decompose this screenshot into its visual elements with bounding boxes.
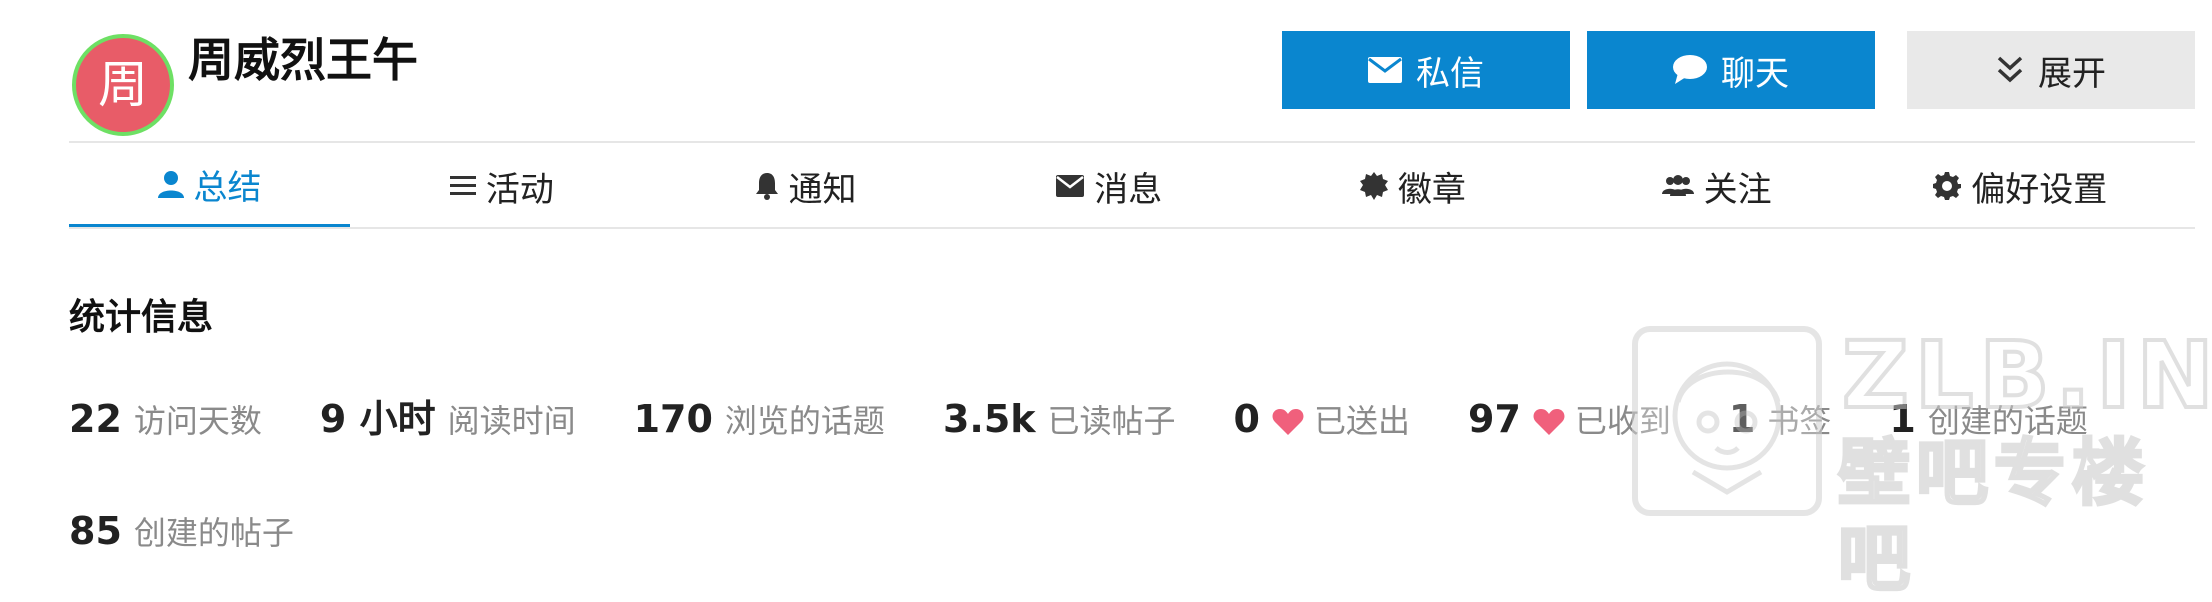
stat-likes-received: 97 已收到 <box>1468 396 1671 442</box>
tab-follow[interactable]: 关注 <box>1565 144 1869 228</box>
stat-label: 创建的话题 <box>1927 402 2088 440</box>
stat-posts-read: 3.5k 已读帖子 <box>943 396 1176 442</box>
double-chevron-down-icon <box>1996 55 2024 85</box>
bell-icon <box>755 172 779 200</box>
stat-value: 9 小时 <box>319 397 436 441</box>
stat-label: 已读帖子 <box>1047 402 1176 440</box>
tab-activity-label: 活动 <box>485 169 554 210</box>
tab-notifications-label: 通知 <box>788 169 857 210</box>
avatar-letter: 周 <box>98 56 148 114</box>
username: 周威烈王午 <box>188 33 418 87</box>
stat-days-visited: 22 访问天数 <box>69 396 262 442</box>
stat-value: 85 <box>69 509 122 553</box>
stat-posts-created: 85 创建的帖子 <box>69 508 294 554</box>
stat-label: 已收到 <box>1574 402 1671 440</box>
header-divider <box>69 141 2195 143</box>
stat-value: 1 <box>1889 397 1916 441</box>
stats-row: 22 访问天数 9 小时 阅读时间 170 浏览的话题 3.5k 已读帖子 0 … <box>69 388 2146 444</box>
stats-row: 85 创建的帖子 <box>69 508 352 554</box>
tab-follow-label: 关注 <box>1703 169 1772 210</box>
stat-value: 170 <box>633 397 713 441</box>
stat-value: 97 <box>1468 397 1521 441</box>
envelope-icon <box>1368 57 1402 83</box>
heart-icon <box>1533 408 1565 440</box>
users-icon <box>1661 174 1694 198</box>
stat-label: 阅读时间 <box>447 402 576 440</box>
tab-notifications[interactable]: 通知 <box>654 144 958 228</box>
stats-title: 统计信息 <box>69 297 214 338</box>
tab-messages-label: 消息 <box>1094 169 1163 210</box>
stat-bookmarks: 1 书签 <box>1729 396 1831 442</box>
stat-likes-given: 0 已送出 <box>1234 396 1410 442</box>
gear-icon <box>1933 172 1962 200</box>
stat-label: 浏览的话题 <box>724 402 885 440</box>
stat-value: 3.5k <box>942 397 1036 441</box>
stat-value: 1 <box>1728 397 1756 441</box>
list-icon <box>449 175 476 197</box>
private-message-label: 私信 <box>1416 53 1484 94</box>
profile-nav: 总结 活动 通知 消息 徽章 关注 偏好设置 <box>69 144 2195 228</box>
stat-read-time: 9 小时 阅读时间 <box>320 388 576 443</box>
private-message-button[interactable]: 私信 <box>1282 31 1570 109</box>
speech-bubble-icon <box>1673 55 1707 85</box>
chat-label: 聊天 <box>1721 53 1789 94</box>
tab-badges-label: 徽章 <box>1397 169 1466 210</box>
avatar[interactable]: 周 <box>72 34 174 136</box>
stat-topics-viewed: 170 浏览的话题 <box>634 396 885 442</box>
envelope-icon <box>1056 175 1085 197</box>
tab-summary-label: 总结 <box>193 167 262 208</box>
expand-label: 展开 <box>2038 53 2106 94</box>
stat-label: 创建的帖子 <box>133 514 294 552</box>
nav-divider <box>69 227 2195 229</box>
tab-messages[interactable]: 消息 <box>957 144 1261 228</box>
tab-preferences-label: 偏好设置 <box>1971 169 2108 210</box>
tab-activity[interactable]: 活动 <box>350 144 654 228</box>
stat-value: 0 <box>1233 397 1260 441</box>
badge-icon <box>1359 172 1388 200</box>
watermark-subtext: 壁吧专楼吧 <box>1837 430 2151 602</box>
user-icon <box>157 170 184 198</box>
tab-badges[interactable]: 徽章 <box>1261 144 1565 228</box>
user-profile-page: 周 周威烈王午 私信 聊天 展开 总结 活动 通知 消息 徽章 关注 偏好设置 … <box>0 0 2212 602</box>
expand-button[interactable]: 展开 <box>1907 31 2195 109</box>
stat-label: 书签 <box>1767 402 1832 440</box>
tab-summary[interactable]: 总结 <box>69 144 350 228</box>
stat-topics-created: 1 创建的话题 <box>1889 396 2087 442</box>
tab-preferences[interactable]: 偏好设置 <box>1868 144 2172 228</box>
stat-label: 已送出 <box>1314 402 1411 440</box>
chat-button[interactable]: 聊天 <box>1587 31 1875 109</box>
heart-icon <box>1272 408 1304 440</box>
stat-label: 访问天数 <box>133 402 262 440</box>
stat-value: 22 <box>69 397 122 441</box>
